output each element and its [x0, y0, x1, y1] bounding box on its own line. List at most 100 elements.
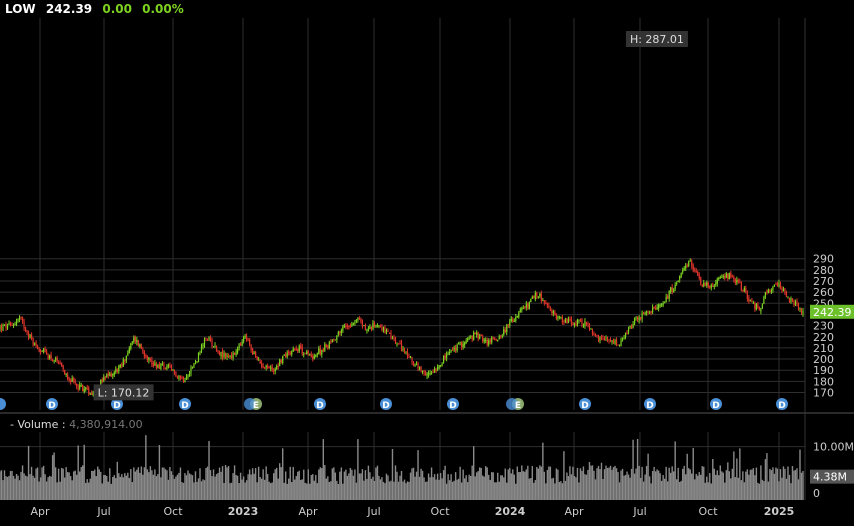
volume-bar [39, 477, 42, 500]
candle-body [665, 296, 667, 303]
volume-bar [373, 480, 376, 500]
candle-body [588, 323, 591, 329]
volume-bar [570, 474, 573, 500]
candle-body [781, 288, 783, 291]
candle-body [749, 300, 751, 302]
candle-body [131, 341, 133, 343]
volume-bar [590, 465, 592, 500]
candle-body [725, 273, 727, 278]
volume-bar [701, 466, 703, 500]
volume-bar [115, 478, 117, 500]
candle-body [579, 318, 582, 320]
volume-bar [3, 470, 6, 500]
volume-bar [0, 470, 3, 500]
volume-bar [148, 472, 150, 500]
chart-stage[interactable]: 1701801902002102202302402502602702802902… [0, 0, 854, 522]
dividend-marker-letter: D [646, 401, 653, 411]
volume-bar [327, 476, 329, 500]
volume-bar [466, 482, 469, 500]
volume-bar [18, 480, 21, 500]
volume-bar [408, 481, 410, 500]
volume-bar [456, 479, 458, 500]
candle-body [618, 345, 621, 347]
candle-body [458, 343, 460, 345]
candle-body [146, 355, 148, 360]
candle-body [462, 343, 464, 348]
volume-bar [191, 475, 194, 500]
volume-bar [454, 472, 457, 500]
volume-bar [736, 458, 738, 500]
volume-bar [691, 473, 693, 500]
volume-bar [534, 480, 537, 500]
candle-body [155, 363, 157, 368]
volume-bar [11, 470, 13, 500]
volume-bar [280, 467, 282, 500]
volume-bar [512, 469, 514, 500]
candle-body [61, 363, 63, 366]
candle-body [479, 335, 481, 339]
candle-body [659, 304, 661, 306]
candle-body [0, 325, 3, 330]
candle-body [405, 351, 407, 353]
volume-bar [787, 466, 789, 500]
volume-bar [444, 465, 446, 500]
volume-bar [457, 478, 460, 500]
candle-body [527, 304, 529, 309]
candle-body [630, 325, 633, 329]
volume-bar [742, 471, 744, 500]
candle-body [212, 346, 215, 348]
candle-body [566, 318, 568, 324]
volume-bar [773, 473, 776, 500]
volume-bar [737, 477, 740, 500]
candle-body [384, 327, 386, 333]
candle-body [91, 393, 93, 395]
volume-bar [26, 476, 28, 500]
candle-body [297, 349, 299, 351]
time-tick-label: Apr [298, 505, 318, 518]
volume-bar [190, 474, 192, 500]
candle-body [379, 325, 382, 328]
price-tick-label: 220 [813, 331, 834, 344]
candle-body [779, 283, 782, 288]
candle-body [751, 301, 753, 303]
candle-body [482, 336, 484, 341]
volume-bar [758, 483, 761, 500]
candle-body [512, 319, 514, 322]
volume-bar [503, 477, 505, 500]
price-chart[interactable]: 1701801902002102202302402502602702802902… [0, 0, 854, 522]
volume-bar [498, 481, 500, 500]
volume-bar [33, 477, 36, 500]
volume-bar [491, 472, 493, 500]
volume-bar [292, 466, 294, 500]
volume-bar [220, 471, 222, 500]
candle-body [461, 342, 463, 348]
candle-body [536, 292, 538, 297]
candle-body [730, 272, 732, 277]
candle-body [313, 355, 315, 360]
volume-bar [48, 475, 51, 500]
candle-body [477, 333, 479, 339]
candle-body [243, 337, 245, 342]
volume-bar [635, 468, 637, 500]
volume-bar [244, 482, 246, 500]
volume-tick-label: 10.00M [813, 441, 854, 454]
volume-bar [86, 479, 88, 500]
volume-bar [660, 480, 663, 500]
volume-bar [122, 477, 125, 500]
volume-bar [69, 476, 72, 500]
candle-body [79, 384, 81, 389]
candle-body [381, 326, 383, 331]
candle-body [52, 359, 54, 361]
volume-bar [620, 470, 622, 500]
volume-bar [743, 482, 746, 500]
volume-bar [706, 476, 708, 500]
volume-legend[interactable]: - Volume : 4,380,914.00 [10, 418, 143, 431]
candle-body [88, 387, 90, 394]
volume-bar [478, 467, 481, 500]
candle-body [169, 365, 171, 367]
candle-body [136, 339, 138, 343]
volume-bar [351, 469, 353, 500]
candle-body [764, 292, 767, 297]
volume-bar [196, 481, 198, 500]
candle-body [683, 267, 685, 271]
